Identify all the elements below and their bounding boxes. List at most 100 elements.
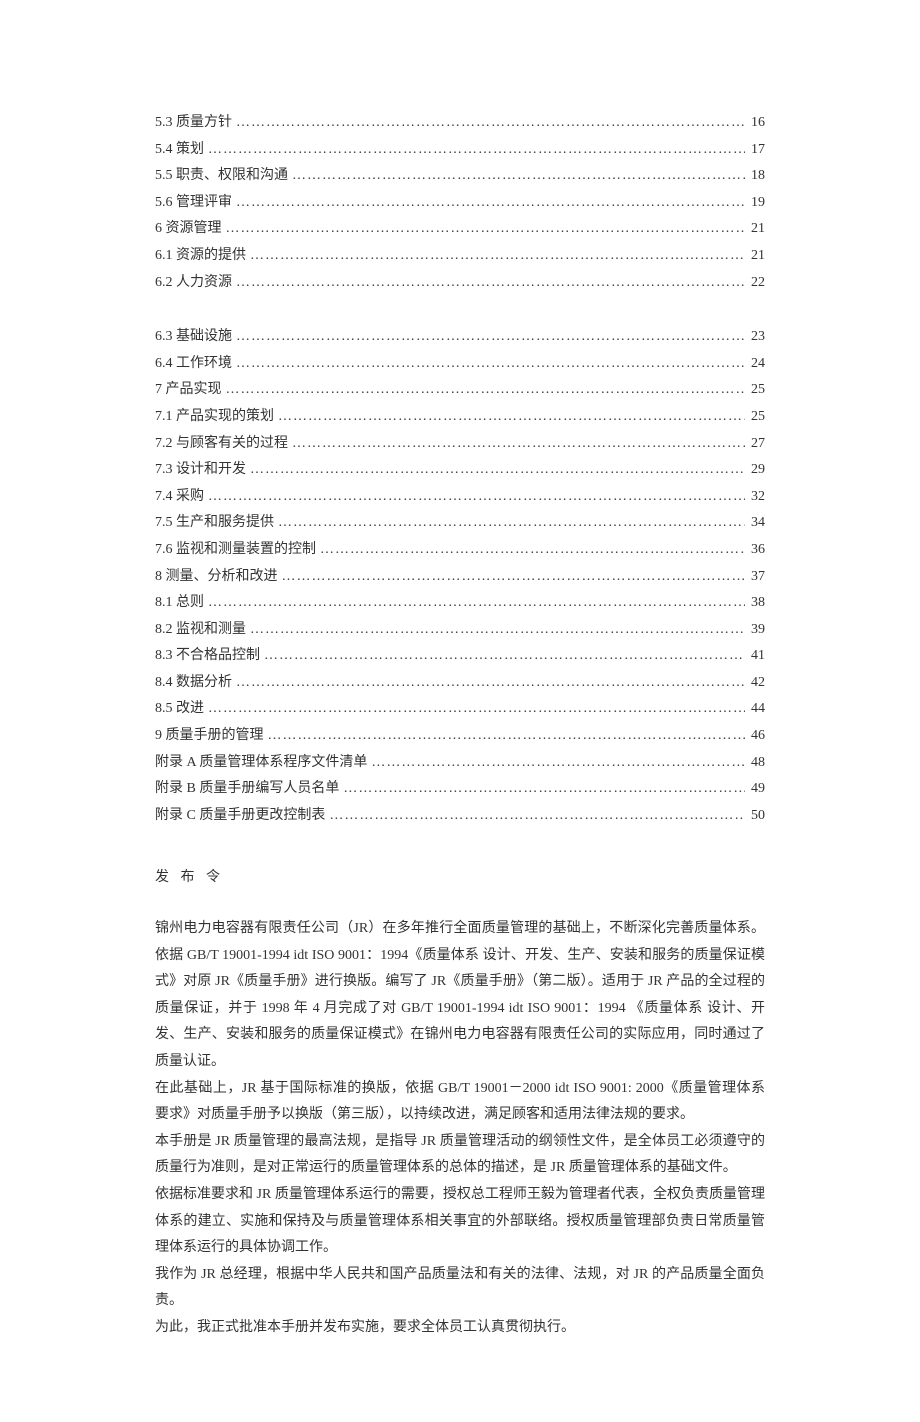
toc-leader	[232, 324, 745, 351]
toc-label: 8.5 改进	[155, 696, 204, 723]
toc-label: 附录 C 质量手册更改控制表	[155, 803, 325, 830]
toc-row: 8.5 改进 44	[155, 696, 765, 723]
toc-row: 6 资源管理 21	[155, 216, 765, 243]
toc-leader	[367, 750, 745, 777]
toc-row: 6.3 基础设施 23	[155, 324, 765, 351]
toc-row: 7.1 产品实现的策划 25	[155, 404, 765, 431]
toc-label: 8.4 数据分析	[155, 670, 232, 697]
toc-row: 8.4 数据分析 42	[155, 670, 765, 697]
toc-label: 8.1 总则	[155, 590, 204, 617]
toc-leader	[316, 537, 745, 564]
toc-leader	[204, 696, 745, 723]
toc-page: 29	[745, 457, 765, 484]
toc-leader	[260, 643, 745, 670]
toc-leader	[204, 590, 745, 617]
toc-row: 6.2 人力资源 22	[155, 270, 765, 297]
paragraph: 依据标准要求和 JR 质量管理体系运行的需要，授权总工程师王毅为管理者代表，全权…	[155, 1182, 765, 1262]
toc-page: 16	[745, 110, 765, 137]
toc-row: 8 测量、分析和改进 37	[155, 564, 765, 591]
toc-label: 7.3 设计和开发	[155, 457, 246, 484]
toc-row: 5.5 职责、权限和沟通 18	[155, 163, 765, 190]
toc-page: 36	[745, 537, 765, 564]
toc-group-b: 6.3 基础设施 23 6.4 工作环境 24 7 产品实现 25 7.1 产品…	[155, 324, 765, 829]
toc-label: 6.3 基础设施	[155, 324, 232, 351]
toc-row: 附录 C 质量手册更改控制表 50	[155, 803, 765, 830]
toc-label: 6.4 工作环境	[155, 351, 232, 378]
toc-page: 38	[745, 590, 765, 617]
toc-leader	[246, 457, 745, 484]
toc-label: 6 资源管理	[155, 216, 222, 243]
toc-row: 5.3 质量方针 16	[155, 110, 765, 137]
toc-leader	[232, 351, 745, 378]
toc-leader	[222, 377, 746, 404]
toc-label: 附录 A 质量管理体系程序文件清单	[155, 750, 367, 777]
toc-page: 37	[745, 564, 765, 591]
toc-leader	[339, 776, 745, 803]
toc-page: 41	[745, 643, 765, 670]
toc-page: 34	[745, 510, 765, 537]
toc-row: 7.6 监视和测量装置的控制 36	[155, 537, 765, 564]
toc-leader	[288, 163, 745, 190]
toc-label: 7.2 与顾客有关的过程	[155, 431, 288, 458]
toc-label: 7.1 产品实现的策划	[155, 404, 274, 431]
release-order-body: 锦州电力电容器有限责任公司（JR）在多年推行全面质量管理的基础上，不断深化完善质…	[155, 916, 765, 1342]
toc-row: 7.3 设计和开发 29	[155, 457, 765, 484]
toc-label: 8.2 监视和测量	[155, 617, 246, 644]
toc-leader	[204, 137, 745, 164]
toc-row: 附录 B 质量手册编写人员名单 49	[155, 776, 765, 803]
toc-page: 49	[745, 776, 765, 803]
toc-row: 6.4 工作环境 24	[155, 351, 765, 378]
toc-row: 7.4 采购 32	[155, 484, 765, 511]
toc-page: 23	[745, 324, 765, 351]
toc-leader	[274, 404, 745, 431]
toc-row: 5.4 策划 17	[155, 137, 765, 164]
toc-page: 21	[745, 243, 765, 270]
toc-label: 8 测量、分析和改进	[155, 564, 278, 591]
toc-label: 7.5 生产和服务提供	[155, 510, 274, 537]
toc-row: 附录 A 质量管理体系程序文件清单 48	[155, 750, 765, 777]
toc-page: 18	[745, 163, 765, 190]
toc-leader	[222, 216, 746, 243]
toc-page: 48	[745, 750, 765, 777]
toc-label: 附录 B 质量手册编写人员名单	[155, 776, 339, 803]
paragraph: 本手册是 JR 质量管理的最高法规，是指导 JR 质量管理活动的纲领性文件，是全…	[155, 1129, 765, 1182]
toc-label: 7.6 监视和测量装置的控制	[155, 537, 316, 564]
toc-leader	[232, 670, 745, 697]
toc-page: 17	[745, 137, 765, 164]
toc-label: 5.4 策划	[155, 137, 204, 164]
toc-page: 44	[745, 696, 765, 723]
toc-row: 6.1 资源的提供 21	[155, 243, 765, 270]
release-order-title: 发 布 令	[155, 865, 765, 892]
toc-label: 5.6 管理评审	[155, 190, 232, 217]
toc-page: 25	[745, 377, 765, 404]
toc-page: 27	[745, 431, 765, 458]
toc-page: 32	[745, 484, 765, 511]
toc-leader	[246, 243, 745, 270]
paragraph: 我作为 JR 总经理，根据中华人民共和国产品质量法和有关的法律、法规，对 JR …	[155, 1262, 765, 1315]
toc-leader	[274, 510, 745, 537]
toc-leader	[204, 484, 745, 511]
toc-row: 8.2 监视和测量 39	[155, 617, 765, 644]
toc-group-a: 5.3 质量方针 16 5.4 策划 17 5.5 职责、权限和沟通 18 5.…	[155, 110, 765, 296]
toc-row: 7 产品实现 25	[155, 377, 765, 404]
toc-leader	[325, 803, 745, 830]
toc-leader	[264, 723, 746, 750]
toc-page: 42	[745, 670, 765, 697]
paragraph: 锦州电力电容器有限责任公司（JR）在多年推行全面质量管理的基础上，不断深化完善质…	[155, 916, 765, 1076]
toc-page: 24	[745, 351, 765, 378]
toc-row: 5.6 管理评审 19	[155, 190, 765, 217]
toc-row: 9 质量手册的管理 46	[155, 723, 765, 750]
toc-page: 25	[745, 404, 765, 431]
toc-page: 22	[745, 270, 765, 297]
toc-label: 5.5 职责、权限和沟通	[155, 163, 288, 190]
toc-leader	[288, 431, 745, 458]
toc-page: 50	[745, 803, 765, 830]
paragraph: 在此基础上，JR 基于国际标准的换版，依据 GB/T 19001－2000 id…	[155, 1076, 765, 1129]
toc-leader	[232, 270, 745, 297]
toc-leader	[232, 190, 745, 217]
toc-label: 7 产品实现	[155, 377, 222, 404]
toc-page: 39	[745, 617, 765, 644]
toc-label: 8.3 不合格品控制	[155, 643, 260, 670]
toc-page: 21	[745, 216, 765, 243]
toc-row: 7.2 与顾客有关的过程 27	[155, 431, 765, 458]
